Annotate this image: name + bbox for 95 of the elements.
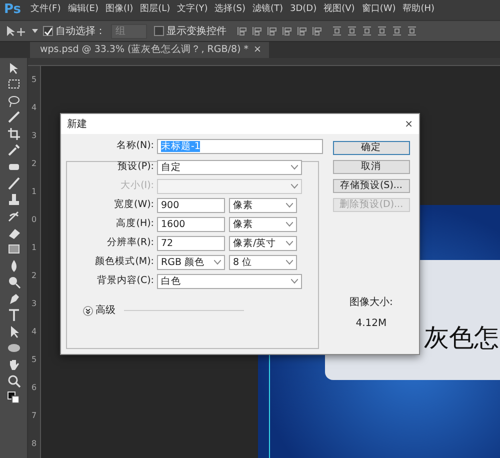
menu-item[interactable]: 3D(D): [286, 3, 320, 17]
gradient-icon[interactable]: [6, 242, 20, 256]
stamp-icon[interactable]: [6, 192, 20, 206]
ruler-number: 3: [31, 298, 37, 310]
dialog-button[interactable]: 确定: [332, 141, 410, 155]
field-label: 宽度(W):: [112, 198, 155, 212]
menu-item[interactable]: 图像(I): [102, 3, 137, 17]
eyedropper-icon[interactable]: [6, 143, 20, 157]
checkbox-label: 显示变换控件: [166, 24, 226, 38]
menu-item[interactable]: 选择(S): [211, 3, 249, 17]
ruler-number: 0: [31, 214, 37, 226]
close-button[interactable]: ×: [253, 42, 262, 58]
align-icon[interactable]: [236, 26, 246, 36]
caret-icon: [286, 241, 293, 246]
distribute-icon[interactable]: [406, 26, 416, 36]
dialog-button[interactable]: 存储预设(S)...: [332, 179, 410, 193]
caret-icon[interactable]: [32, 29, 38, 33]
field-label: 名称(N):: [115, 139, 155, 154]
unit-dropdown[interactable]: 像素: [229, 198, 297, 213]
caret-icon: [286, 203, 293, 208]
ruler-number: 6: [31, 382, 37, 394]
history-brush-icon[interactable]: [6, 209, 20, 223]
caret-icon: [286, 260, 293, 266]
type-icon[interactable]: [6, 308, 20, 322]
dodge-icon[interactable]: [6, 275, 20, 289]
caret-icon: [291, 184, 298, 190]
ruler-number: 2: [31, 158, 37, 170]
document-title: wps.psd @ 33.3% (蓝灰色怎么调？, RGB/8) *: [40, 43, 248, 57]
preset-dropdown[interactable]: 自定: [157, 160, 302, 175]
dialog-button[interactable]: 取消: [332, 160, 410, 174]
number-field[interactable]: 1600: [157, 217, 225, 232]
distribute-icon[interactable]: [392, 26, 402, 36]
field-label: 背景内容(C):: [96, 274, 155, 288]
marquee-icon[interactable]: [6, 77, 20, 91]
number-field[interactable]: 900: [157, 198, 225, 213]
move-tool-icon[interactable]: [5, 25, 27, 37]
close-button[interactable]: ×: [404, 116, 413, 132]
field-label: 分辨率(R):: [106, 236, 155, 250]
menu-item[interactable]: 文字(Y): [174, 3, 212, 17]
number-field[interactable]: 72: [157, 236, 225, 251]
menu-item[interactable]: 视图(V): [320, 3, 358, 17]
ruler-number: 4: [31, 326, 37, 338]
dialog-title: 新建: [67, 118, 87, 132]
menu-item[interactable]: 编辑(E): [64, 3, 102, 17]
menu-item[interactable]: 文件(F): [27, 3, 64, 17]
color-mode-dropdown[interactable]: RGB 颜色: [157, 255, 225, 270]
ellipse-icon[interactable]: [6, 341, 20, 355]
ruler-number: 2: [31, 270, 37, 282]
align-icon[interactable]: [312, 26, 322, 36]
caret-icon: [291, 279, 298, 284]
crop-icon[interactable]: [6, 126, 20, 140]
ruler-number: 1: [31, 186, 37, 198]
checkbox[interactable]: [43, 26, 53, 36]
menu-item[interactable]: 滤镜(T): [248, 3, 287, 17]
ruler-number: 5: [31, 74, 37, 86]
distribute-icon[interactable]: [332, 26, 342, 36]
ruler-number: 5: [31, 354, 37, 366]
align-icon[interactable]: [266, 26, 276, 36]
distribute-icon[interactable]: [346, 26, 356, 36]
ruler-number: 3: [31, 130, 37, 142]
field-label: 预设(P):: [116, 160, 155, 174]
field-label: 高度(H):: [115, 217, 155, 232]
align-icon[interactable]: [296, 26, 306, 36]
image-size-value: 4.12M: [356, 317, 387, 331]
caret-icon: [291, 165, 298, 170]
expand-chevron-icon[interactable]: [83, 306, 93, 316]
caret-icon: [286, 222, 293, 228]
checkbox-label: 自动选择：: [56, 24, 106, 38]
image-size-label: 图像大小:: [350, 296, 393, 310]
menu-item[interactable]: 帮助(H): [399, 3, 438, 17]
document-tab[interactable]: wps.psd @ 33.3% (蓝灰色怎么调？, RGB/8) * ×: [30, 42, 270, 58]
zoom-icon[interactable]: [6, 374, 20, 388]
ruler-number: 8: [31, 438, 37, 450]
checkbox[interactable]: [154, 26, 164, 36]
distribute-icon[interactable]: [362, 26, 372, 36]
menu-item[interactable]: 图层(L): [136, 3, 174, 17]
distribute-icon[interactable]: [376, 26, 386, 36]
field-label: 颜色模式(M):: [94, 255, 155, 270]
align-icon[interactable]: [282, 26, 292, 36]
bit-depth-dropdown[interactable]: 8 位: [229, 255, 297, 270]
app-logo: Ps: [3, 1, 22, 20]
caret-icon: [214, 260, 221, 266]
ruler-number: 7: [31, 410, 37, 422]
canvas-heading: 灰色怎: [424, 323, 499, 353]
unit-dropdown[interactable]: 像素: [229, 217, 297, 232]
ruler-number: 1: [31, 242, 37, 254]
preset-dropdown[interactable]: 白色: [157, 274, 302, 289]
advanced-label[interactable]: 高级: [96, 303, 116, 318]
color-swatch-icon[interactable]: [6, 390, 20, 404]
align-icon[interactable]: [252, 26, 262, 36]
menu-item[interactable]: 窗口(W): [358, 3, 400, 17]
ruler-number: 4: [31, 102, 37, 114]
field-label: 大小(I):: [120, 179, 155, 194]
unit-dropdown[interactable]: 像素/英寸: [229, 236, 297, 251]
lasso-icon[interactable]: [6, 94, 20, 108]
